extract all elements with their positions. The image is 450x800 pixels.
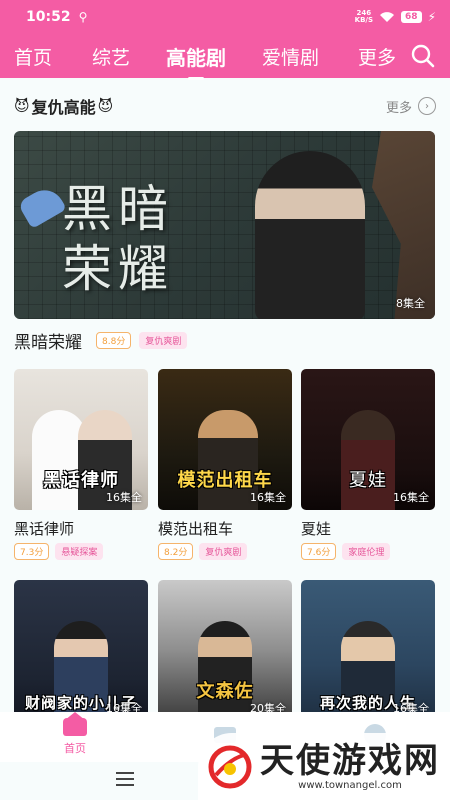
drama-score-badge: 7.3分 — [14, 543, 50, 560]
usb-icon: ⚲ — [78, 10, 88, 24]
watermark-logo-icon — [208, 745, 252, 788]
drama-poster: 再次我的人生 16集全 — [301, 580, 435, 721]
drama-episodes: 16集全 — [393, 491, 429, 504]
driver-figure — [198, 410, 258, 510]
drama-poster: 财阀家的小儿子 16集全 — [14, 580, 148, 721]
drama-score-badge: 8.2分 — [158, 543, 194, 560]
top-nav: 首页 综艺 高能剧 爱情剧 更多 — [0, 34, 450, 80]
status-right: 246 KB/S 68 ⚡ — [355, 10, 436, 25]
drama-name: 模范出租车 — [158, 520, 234, 538]
home-icon — [63, 712, 87, 736]
featured-tag-badge: 复仇爽剧 — [139, 331, 188, 349]
menu-icon[interactable] — [116, 772, 134, 786]
drama-score-badge: 7.6分 — [301, 543, 337, 560]
tab-high-energy-drama-label: 高能剧 — [166, 46, 226, 70]
tab-home-label: 首页 — [14, 47, 53, 69]
watermark-title: 天使游戏网 — [260, 741, 440, 781]
drama-poster: 模范出租车 16集全 — [158, 369, 292, 510]
tab-romance-drama[interactable]: 爱情剧 — [262, 43, 319, 70]
watermark-url: www.townangel.com — [298, 780, 402, 791]
drama-name: 黑话律师 — [14, 520, 75, 538]
actress-figure — [255, 151, 365, 319]
devil-emoji-icon: 😈 — [97, 97, 114, 115]
section-header: 😈 复仇高能 😈 更多 › — [14, 92, 436, 120]
chevron-right-icon: › — [418, 97, 436, 115]
featured-name[interactable]: 黑暗荣耀 — [14, 328, 82, 353]
drama-poster: 黑话律师 16集全 — [14, 369, 148, 510]
drama-episodes: 16集全 — [106, 491, 142, 504]
watermark-text: 天使游戏网 www.townangel.com — [260, 742, 440, 791]
active-tab-indicator — [188, 77, 204, 80]
actor-figure — [198, 621, 252, 721]
tab-home[interactable]: 首页 — [14, 43, 52, 70]
status-time: 10:52 — [26, 9, 71, 25]
drama-card[interactable]: 文森佐 20集全 — [158, 580, 292, 721]
tab-high-energy-drama[interactable]: 高能剧 — [166, 42, 226, 80]
drama-card[interactable]: 再次我的人生 16集全 — [301, 580, 435, 721]
featured-info: 黑暗荣耀 8.8分 复仇爽剧 — [14, 328, 188, 353]
drama-card[interactable]: 模范出租车 16集全 模范出租车 8.2分 复仇爽剧 — [158, 369, 292, 560]
charging-icon: ⚡ — [427, 10, 436, 24]
tab-variety[interactable]: 综艺 — [92, 43, 130, 70]
network-speed-unit: KB/S — [354, 16, 374, 24]
featured-poster-title: 黑暗 荣耀 — [62, 179, 174, 299]
watermark: 天使游戏网 www.townangel.com — [198, 733, 450, 800]
featured-episodes: 8集全 — [396, 297, 425, 310]
drama-meta: 7.3分 悬疑探案 — [14, 543, 148, 560]
drama-episodes: 16集全 — [250, 491, 286, 504]
actress-figure — [341, 410, 395, 510]
search-icon[interactable] — [410, 43, 436, 69]
drama-tag-badge: 复仇爽剧 — [199, 543, 248, 560]
section-title: 😈 复仇高能 😈 — [14, 94, 113, 118]
drama-meta: 8.2分 复仇爽剧 — [158, 543, 292, 560]
bottom-nav-home-label: 首页 — [64, 742, 86, 755]
drama-tag-badge: 家庭伦理 — [342, 543, 391, 560]
section-more-label: 更多 — [385, 100, 412, 116]
tab-more-label: 更多 — [358, 47, 397, 69]
tab-variety-label: 综艺 — [92, 47, 131, 69]
wifi-icon — [380, 12, 395, 22]
drama-tag-badge: 悬疑探案 — [55, 543, 104, 560]
drama-card[interactable]: 夏娃 16集全 夏娃 7.6分 家庭伦理 — [301, 369, 435, 560]
featured-poster-title-line2: 荣耀 — [62, 240, 174, 298]
featured-poster[interactable]: 黑暗 荣耀 8集全 — [14, 131, 435, 319]
battery-level: 68 — [401, 11, 422, 23]
network-speed: 246 KB/S — [355, 10, 373, 24]
drama-name: 夏娃 — [301, 520, 332, 538]
drama-card[interactable]: 黑话律师 16集全 黑话律师 7.3分 悬疑探案 — [14, 369, 148, 560]
section-title-text: 复仇高能 — [31, 98, 96, 117]
bottom-nav-home[interactable]: 首页 — [0, 712, 150, 762]
tab-more[interactable]: 更多 — [358, 43, 396, 70]
drama-poster: 夏娃 16集全 — [301, 369, 435, 510]
devil-emoji-icon: 😈 — [14, 97, 30, 115]
drama-poster: 文森佐 20集全 — [158, 580, 292, 721]
drama-meta: 7.6分 家庭伦理 — [301, 543, 435, 560]
status-bar: 10:52 ⚲ 246 KB/S 68 ⚡ — [0, 0, 450, 34]
section-more-link[interactable]: 更多 › — [386, 97, 436, 116]
featured-poster-title-line1: 黑暗 — [62, 180, 174, 238]
featured-score-badge: 8.8分 — [96, 331, 132, 349]
drama-card[interactable]: 财阀家的小儿子 16集全 — [14, 580, 148, 721]
tab-romance-drama-label: 爱情剧 — [262, 47, 320, 69]
